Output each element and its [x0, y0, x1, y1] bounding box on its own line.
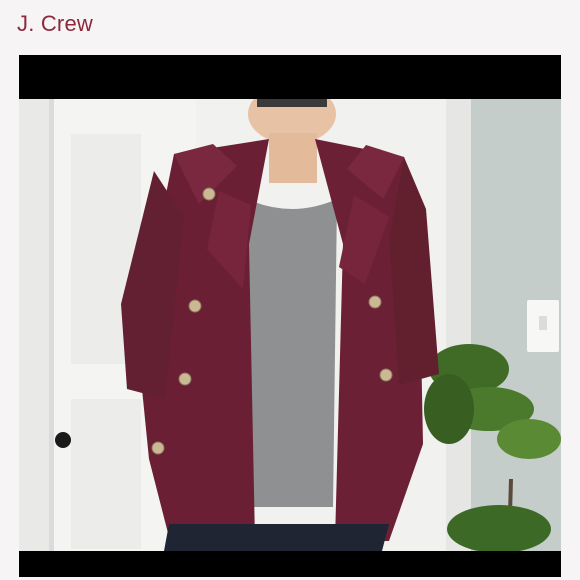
coat-button-icon	[202, 187, 216, 201]
coat-button-icon	[368, 295, 382, 309]
brand-label[interactable]: J. Crew	[17, 11, 93, 37]
coat-button-icon	[188, 299, 202, 313]
coat-button-icon	[379, 368, 393, 382]
listing-photo	[19, 99, 561, 551]
listing-page: J. Crew	[0, 0, 580, 580]
coat-button-icon	[178, 372, 192, 386]
door-knob-icon	[55, 432, 71, 448]
photo-frame[interactable]	[19, 55, 561, 577]
coat-button-icon	[151, 441, 165, 455]
product-photo-illustration	[19, 99, 561, 551]
